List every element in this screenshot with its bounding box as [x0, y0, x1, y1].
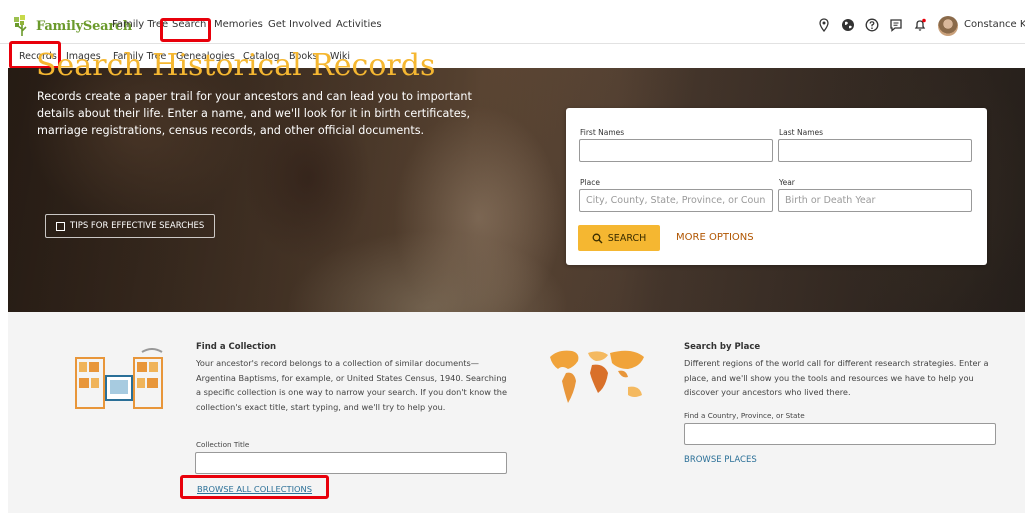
record-search-form: First Names Last Names Place City, Count…: [566, 108, 987, 265]
place-input[interactable]: City, County, State, Province, or Coun: [579, 189, 773, 212]
browse-all-collections-link[interactable]: BROWSE ALL COLLECTIONS: [197, 484, 312, 494]
nav-get-involved[interactable]: Get Involved: [268, 19, 332, 30]
globe-icon[interactable]: [841, 18, 855, 32]
user-name[interactable]: Constance Kno: [964, 19, 1025, 30]
last-names-label: Last Names: [779, 128, 824, 137]
top-navigation-bar: FamilySearch Family Tree Search Memories…: [0, 8, 1025, 44]
help-icon[interactable]: [865, 18, 879, 32]
page-title: Search Historical Records: [36, 48, 436, 83]
location-pin-icon[interactable]: [817, 18, 831, 32]
find-collection-title: Find a Collection: [196, 342, 277, 352]
collection-title-label: Collection Title: [196, 440, 250, 449]
nav-memories[interactable]: Memories: [214, 19, 263, 30]
search-icon: [592, 233, 603, 243]
place-label: Place: [580, 178, 600, 187]
browse-places-link[interactable]: BROWSE PLACES: [684, 455, 757, 465]
search-button[interactable]: SEARCH: [578, 225, 660, 251]
search-by-place-description: Different regions of the world call for …: [684, 358, 989, 397]
tree-logo-icon: [14, 15, 27, 36]
last-names-input[interactable]: [778, 139, 972, 162]
find-place-label: Find a Country, Province, or State: [684, 411, 805, 420]
external-link-icon: [56, 221, 65, 231]
search-button-label: SEARCH: [607, 232, 647, 244]
search-nav-highlight: [160, 18, 211, 42]
notifications-icon[interactable]: [913, 18, 927, 32]
find-place-input[interactable]: [684, 423, 996, 445]
user-avatar[interactable]: [938, 16, 958, 36]
collection-title-input[interactable]: [195, 452, 507, 474]
nav-activities[interactable]: Activities: [336, 19, 382, 30]
tips-button-label: TIPS FOR EFFECTIVE SEARCHES: [70, 221, 205, 231]
world-map-illustration: [550, 350, 644, 403]
find-collection-description: Your ancestor's record belongs to a coll…: [196, 358, 508, 412]
first-names-input[interactable]: [579, 139, 773, 162]
first-names-label: First Names: [580, 128, 625, 137]
tips-for-effective-searches-button[interactable]: TIPS FOR EFFECTIVE SEARCHES: [45, 214, 215, 238]
messages-icon[interactable]: [889, 18, 903, 32]
search-by-place-title: Search by Place: [684, 342, 761, 352]
collections-and-places-section: [8, 312, 1025, 513]
year-label: Year: [779, 178, 795, 187]
hero-description: Records create a paper trail for your an…: [37, 90, 472, 137]
archive-shelves-illustration: [75, 348, 163, 409]
year-input[interactable]: Birth or Death Year: [778, 189, 972, 212]
more-options-link[interactable]: MORE OPTIONS: [676, 232, 754, 243]
